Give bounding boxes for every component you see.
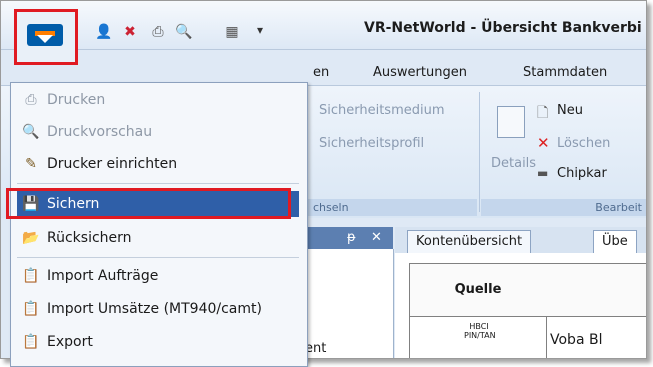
column-header-empty[interactable] bbox=[546, 263, 646, 317]
import-icon: 📋 bbox=[22, 268, 40, 284]
disconnect-icon[interactable]: ✖ bbox=[121, 23, 139, 41]
new-button[interactable]: Neu bbox=[557, 103, 583, 118]
table-cell-bank[interactable]: Voba Bl bbox=[546, 316, 646, 358]
user-icon[interactable]: 👤 bbox=[95, 23, 113, 41]
menu-item-ruecksichern[interactable]: 📂 Rücksichern bbox=[17, 225, 299, 251]
tab-partial-doc[interactable]: Übe bbox=[593, 230, 637, 253]
ribbon-group-label-switch: chseln bbox=[301, 199, 477, 216]
details-button[interactable]: Details bbox=[491, 156, 536, 171]
ribbon-group-label-edit: Bearbeit bbox=[481, 199, 646, 216]
menu-item-drucken[interactable]: ⎙ Drucken bbox=[17, 87, 299, 113]
menu-item-import-auftraege[interactable]: 📋 Import Aufträge bbox=[17, 263, 299, 289]
left-pane: ent bbox=[301, 249, 394, 358]
printer-icon[interactable]: ⎙ bbox=[149, 23, 167, 41]
security-medium-button[interactable]: Sicherheitsmedium bbox=[319, 103, 445, 118]
menu-item-import-umsaetze[interactable]: 📋 Import Umsätze (MT940/camt) bbox=[17, 296, 299, 322]
window-icon[interactable]: ▦ bbox=[223, 23, 241, 41]
application-menu-button[interactable] bbox=[14, 9, 78, 65]
quick-access-more-icon[interactable]: ▾ bbox=[257, 23, 263, 37]
chipcard-button[interactable]: Chipkar bbox=[557, 166, 607, 181]
tab-kontenuebersicht[interactable]: Kontenübersicht bbox=[407, 230, 532, 253]
import-icon: 📋 bbox=[22, 301, 40, 317]
delete-icon: ✕ bbox=[537, 134, 550, 152]
highlight-frame bbox=[6, 188, 291, 219]
application-menu: ⎙ Drucken 🔍 Druckvorschau ✎ Drucker einr… bbox=[10, 82, 308, 367]
vr-logo-icon bbox=[27, 24, 63, 46]
menu-separator bbox=[17, 183, 299, 184]
left-pane-header: ᵽ ✕ bbox=[301, 227, 393, 249]
print-preview-icon: 🔍 bbox=[22, 124, 40, 140]
bank-name: Voba Bl bbox=[550, 332, 603, 348]
menu-item-label: Druckvorschau bbox=[47, 124, 153, 140]
security-profile-button[interactable]: Sicherheitsprofil bbox=[319, 136, 424, 151]
pane-partial-text: ent bbox=[305, 341, 327, 356]
restore-folder-icon: 📂 bbox=[22, 230, 40, 246]
menu-item-label: Import Aufträge bbox=[47, 268, 159, 284]
tab-partial[interactable]: en bbox=[313, 65, 329, 80]
menu-item-export[interactable]: 📋 Export bbox=[17, 329, 299, 355]
menu-item-label: Rücksichern bbox=[47, 230, 132, 246]
table-cell-source[interactable]: HBCI PIN/TAN bbox=[409, 316, 547, 358]
menu-separator bbox=[17, 257, 299, 258]
hbci-pintan-icon: HBCI PIN/TAN bbox=[464, 322, 496, 340]
menu-item-label: Import Umsätze (MT940/camt) bbox=[47, 301, 262, 317]
printer-icon: ⎙ bbox=[25, 92, 37, 108]
document-area: Quelle HBCI PIN/TAN Voba Bl bbox=[395, 253, 646, 358]
title-bar: 👤 ✖ ⎙ 🔍 ▦ ▾ VR-NetWorld - Übersicht Bank… bbox=[1, 1, 646, 50]
tab-stammdaten[interactable]: Stammdaten bbox=[523, 65, 607, 80]
details-icon bbox=[497, 106, 525, 138]
menu-item-druckvorschau[interactable]: 🔍 Druckvorschau bbox=[17, 119, 299, 145]
print-preview-icon[interactable]: 🔍 bbox=[175, 23, 193, 41]
ribbon-separator bbox=[479, 92, 480, 212]
tab-auswertungen[interactable]: Auswertungen bbox=[373, 65, 467, 80]
delete-button[interactable]: Löschen bbox=[557, 136, 610, 151]
menu-item-label: Export bbox=[47, 334, 93, 350]
pin-icon[interactable]: ᵽ bbox=[347, 227, 356, 249]
new-icon: 🗋 bbox=[537, 105, 549, 121]
menu-item-label: Drucken bbox=[47, 92, 106, 108]
chipcard-icon: ▬ bbox=[537, 166, 549, 180]
window-title: VR-NetWorld - Übersicht Bankverbi bbox=[364, 20, 642, 36]
menu-item-drucker-einrichten[interactable]: ✎ Drucker einrichten bbox=[17, 151, 299, 177]
menu-item-label: Drucker einrichten bbox=[47, 156, 178, 172]
document-tabs: Kontenübersicht Übe bbox=[395, 227, 646, 253]
close-icon[interactable]: ✕ bbox=[371, 227, 382, 249]
printer-setup-icon: ✎ bbox=[25, 156, 37, 172]
export-icon: 📋 bbox=[22, 334, 40, 350]
column-header-quelle[interactable]: Quelle bbox=[409, 263, 547, 317]
